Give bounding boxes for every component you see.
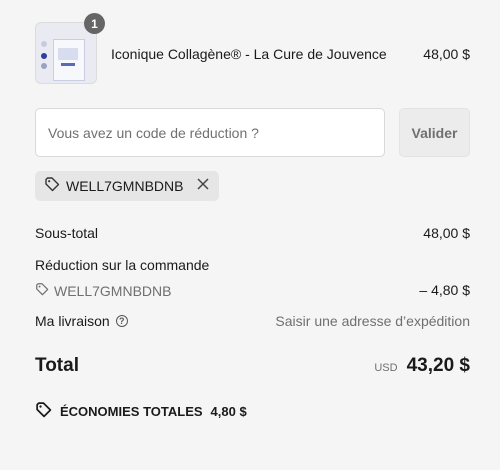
total-label: Total: [35, 355, 79, 376]
shipping-row: Ma livraison ? Saisir une adresse d’expé…: [35, 313, 470, 329]
shipping-label: Ma livraison: [35, 313, 110, 329]
help-icon[interactable]: ?: [115, 315, 128, 327]
total-savings: ÉCONOMIES TOTALES 4,80 $: [35, 401, 247, 421]
applied-discount-code: WELL7GMNBDNB: [66, 178, 184, 194]
savings-value: 4,80 $: [210, 403, 247, 419]
product-price: 48,00 $: [423, 46, 470, 62]
subtotal-row: Sous-total 48,00 $: [35, 225, 470, 241]
product-name: Iconique Collagène® - La Cure de Jouvenc…: [111, 46, 387, 62]
apply-discount-button[interactable]: Valider: [399, 108, 470, 157]
tag-icon: [35, 282, 49, 299]
total-currency: USD: [374, 362, 398, 374]
subtotal-value: 48,00 $: [423, 225, 470, 241]
tag-icon: [35, 401, 52, 421]
applied-discount-chip: WELL7GMNBDNB: [35, 171, 220, 201]
order-discount-value: – 4,80 $: [419, 282, 470, 298]
remove-discount-close-icon[interactable]: [197, 178, 209, 194]
subtotal-label: Sous-total: [35, 225, 99, 241]
savings-label: ÉCONOMIES TOTALES: [60, 403, 203, 419]
order-discount-label: Réduction sur la commande: [35, 257, 210, 273]
total-value: 43,20 $: [406, 355, 470, 376]
order-discount-row: Réduction sur la commande: [35, 257, 470, 273]
order-discount-code: WELL7GMNBDNB: [54, 282, 172, 299]
total-amount: USD 43,20 $: [374, 355, 470, 377]
order-discount-code-row: WELL7GMNBDNB – 4,80 $: [35, 282, 470, 299]
discount-code-input[interactable]: [35, 108, 385, 157]
line-item: 1 Iconique Collagène® - La Cure de Jouve…: [35, 13, 470, 84]
tag-icon: [44, 176, 60, 197]
quantity-badge: 1: [84, 13, 105, 34]
shipping-value: Saisir une adresse d’expédition: [275, 313, 470, 329]
